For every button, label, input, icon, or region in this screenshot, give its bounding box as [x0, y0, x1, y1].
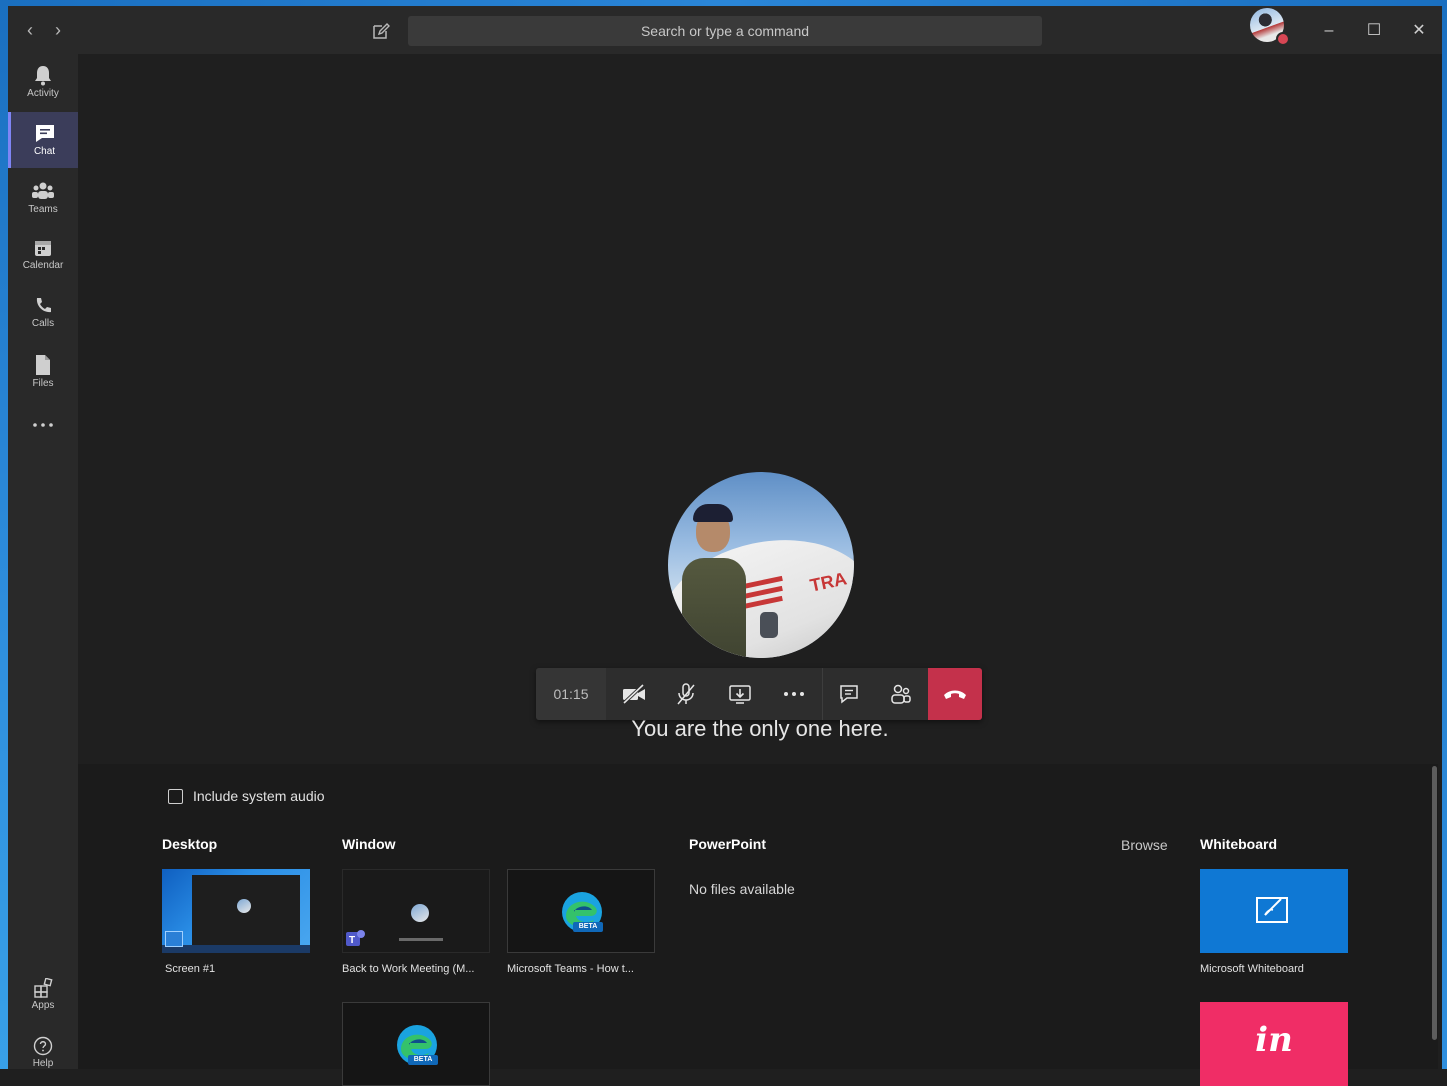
rail-label: Chat [33, 146, 56, 157]
share-tray-button[interactable] [714, 668, 766, 720]
more-horizontal-icon [33, 423, 53, 427]
maximize-icon[interactable]: ☐ [1361, 18, 1387, 44]
camera-off-button[interactable] [608, 668, 660, 720]
rail-label: Teams [28, 204, 58, 215]
rail-item-teams[interactable]: Teams [8, 170, 78, 226]
include-system-audio-checkbox[interactable] [168, 789, 183, 804]
photo-person-cap [693, 504, 733, 522]
invision-whiteboard-tile[interactable]: in [1200, 1002, 1348, 1086]
window-thumbnail-edge-beta-2[interactable]: BETA [342, 1002, 490, 1086]
rail-item-files[interactable]: Files [8, 344, 78, 400]
participant-avatar: TRA [668, 472, 854, 658]
close-icon[interactable]: ✕ [1406, 18, 1432, 44]
desktop-edge-left [0, 0, 8, 1069]
more-actions-button[interactable] [768, 668, 820, 720]
window-section-title: Window [342, 836, 396, 852]
plane-window [760, 612, 778, 638]
bell-icon [35, 66, 51, 86]
rail-label: Calendar [22, 260, 64, 271]
preview-controls [399, 938, 443, 941]
beta-badge: BETA [408, 1055, 438, 1065]
no-files-message: No files available [689, 881, 795, 897]
window-thumbnail-teams-meeting[interactable]: T [342, 869, 490, 953]
rail-item-calls[interactable]: Calls [8, 286, 78, 342]
rail-label: Calls [31, 318, 55, 329]
back-arrow-icon[interactable]: ‹ [20, 20, 40, 40]
conversation-icon [840, 685, 858, 704]
whiteboard-section-title: Whiteboard [1200, 836, 1277, 852]
call-controls-bar: 01:15 [536, 668, 982, 720]
participants-icon [891, 684, 911, 704]
hang-up-button[interactable] [928, 668, 982, 720]
teams-icon [32, 182, 54, 199]
file-icon [36, 355, 50, 375]
thumbnail-caption: Microsoft Whiteboard [1200, 963, 1304, 975]
more-apps-button[interactable] [8, 410, 78, 440]
mute-button[interactable] [660, 668, 712, 720]
share-screen-icon [165, 931, 183, 947]
taskbar-preview [162, 945, 310, 953]
title-bar: ‹ › Search or type a command – ☐ ✕ [8, 6, 1442, 54]
photo-person [682, 558, 746, 658]
desktop-edge-right [1442, 0, 1447, 1069]
help-icon [33, 1036, 53, 1056]
powerpoint-section-title: PowerPoint [689, 836, 767, 852]
video-off-icon [622, 683, 645, 705]
rail-label: Help [32, 1058, 54, 1069]
preview-avatar [411, 904, 429, 922]
status-indicator [1276, 32, 1290, 46]
thumbnail-caption: Microsoft Teams - How t... [507, 963, 634, 975]
rail-label: Activity [27, 88, 59, 99]
search-input[interactable]: Search or type a command [408, 16, 1042, 46]
rail-item-calendar[interactable]: Calendar [8, 228, 78, 284]
tray-scrollbar-thumb[interactable] [1432, 766, 1437, 1040]
rail-label: Files [32, 378, 54, 389]
apps-icon [34, 978, 53, 998]
more-horizontal-icon [784, 692, 804, 696]
beta-badge: BETA [573, 922, 603, 932]
alone-message: You are the only one here. [631, 716, 889, 741]
browse-link[interactable]: Browse [1121, 837, 1168, 853]
rail-item-help[interactable]: Help [8, 1026, 78, 1069]
window-thumbnail-edge-beta[interactable]: BETA [507, 869, 655, 953]
svg-text:T: T [349, 935, 355, 946]
preview-avatar [237, 899, 251, 913]
screen-preview [192, 875, 300, 947]
show-conversation-button[interactable] [823, 668, 875, 720]
chat-icon [35, 125, 54, 142]
minimize-icon[interactable]: – [1316, 18, 1342, 44]
rail-item-chat[interactable]: Chat [8, 112, 78, 168]
hang-up-icon [944, 690, 966, 699]
thumbnail-caption: Back to Work Meeting (M... [342, 963, 475, 975]
rail-label: Apps [31, 1000, 55, 1011]
rail-item-apps[interactable]: Apps [8, 968, 78, 1024]
compose-icon[interactable] [370, 20, 392, 42]
phone-icon [36, 298, 51, 313]
desktop-section-title: Desktop [162, 836, 218, 852]
include-system-audio-label[interactable]: Include system audio [193, 788, 325, 804]
share-screen-icon [729, 685, 751, 704]
show-participants-button[interactable] [875, 668, 927, 720]
whiteboard-icon [1256, 897, 1288, 923]
teams-icon: T [346, 930, 365, 946]
microsoft-whiteboard-tile[interactable] [1200, 869, 1348, 953]
rail-item-activity[interactable]: Activity [8, 54, 78, 110]
mic-off-icon [677, 683, 695, 705]
invision-logo: in [1255, 1020, 1293, 1060]
screen-1-thumbnail[interactable] [162, 869, 310, 953]
calendar-icon [35, 241, 51, 256]
app-rail: Activity Chat Teams Calendar Calls Files… [8, 54, 78, 1069]
forward-arrow-icon[interactable]: › [48, 20, 68, 40]
call-timer: 01:15 [536, 668, 606, 720]
thumbnail-caption: Screen #1 [165, 963, 216, 975]
